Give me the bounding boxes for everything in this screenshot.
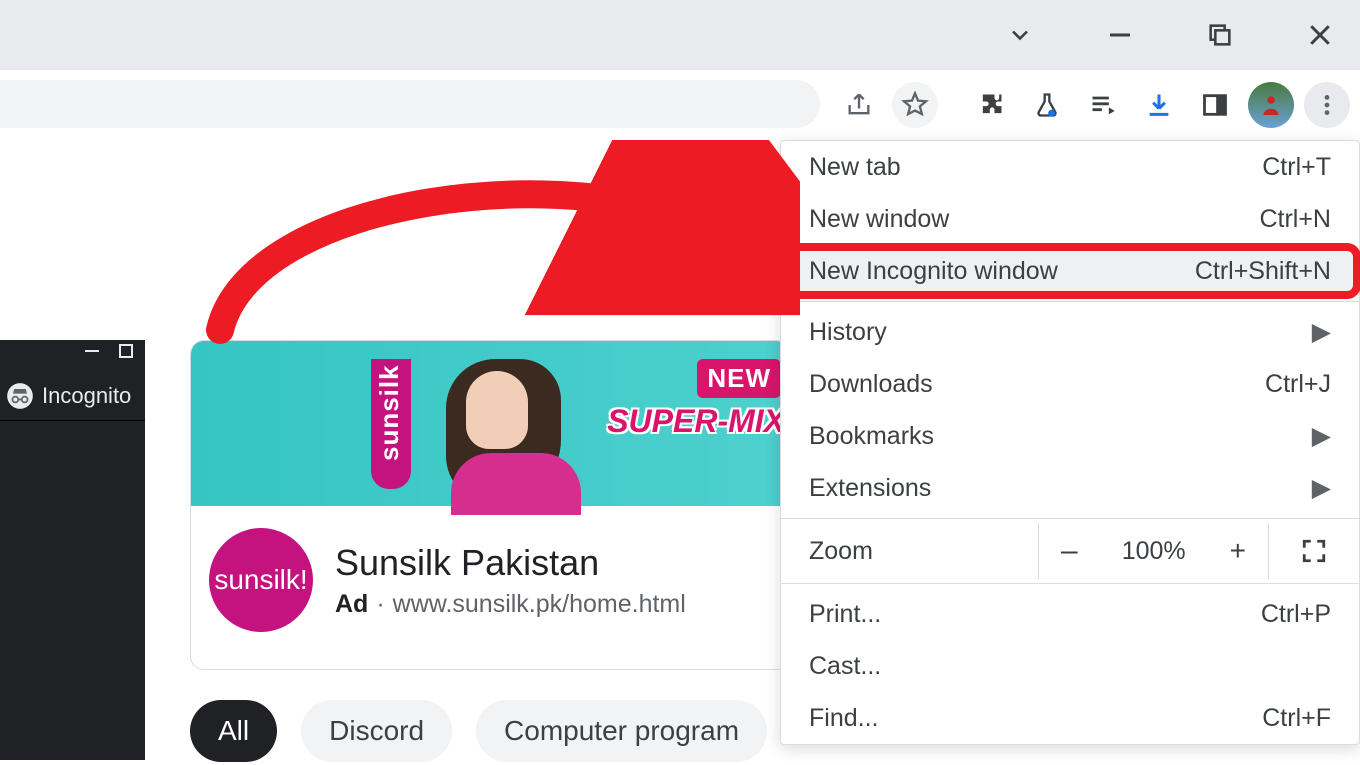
minimize-icon <box>1105 20 1135 50</box>
ad-label: Ad <box>335 590 368 618</box>
menu-separator <box>781 583 1359 584</box>
menu-downloads[interactable]: Downloads Ctrl+J <box>781 358 1359 410</box>
downloads-button[interactable] <box>1136 82 1182 128</box>
menu-new-tab-label: New tab <box>809 153 901 182</box>
three-dots-icon <box>1314 92 1340 118</box>
incognito-tab[interactable]: Incognito <box>0 372 145 421</box>
menu-bookmarks[interactable]: Bookmarks ▶ <box>781 410 1359 462</box>
window-minimize-button[interactable] <box>1080 0 1160 70</box>
share-icon <box>845 91 873 119</box>
tab-search-button[interactable] <box>980 0 1060 70</box>
ad-model-face <box>466 371 528 449</box>
menu-new-window-label: New window <box>809 205 949 234</box>
ad-new-badge: NEW <box>697 359 781 398</box>
profile-avatar-button[interactable] <box>1248 82 1294 128</box>
ad-banner: sunsilk NEW SUPER-MIX <box>191 341 789 506</box>
side-panel-icon <box>1201 91 1229 119</box>
menu-print-shortcut: Ctrl+P <box>1261 600 1331 629</box>
mini-minimize-icon[interactable] <box>85 344 101 358</box>
flask-icon <box>1033 91 1061 119</box>
chip-all[interactable]: All <box>190 700 277 762</box>
chip-discord-label: Discord <box>329 715 424 747</box>
avatar-icon <box>1256 90 1286 120</box>
menu-history[interactable]: History ▶ <box>781 306 1359 358</box>
chevron-down-icon <box>1006 21 1034 49</box>
menu-cast[interactable]: Cast... <box>781 640 1359 692</box>
side-panel-button[interactable] <box>1192 82 1238 128</box>
fullscreen-button[interactable] <box>1269 523 1359 579</box>
chip-all-label: All <box>218 715 249 747</box>
download-icon <box>1145 91 1173 119</box>
zoom-in-button[interactable]: + <box>1230 535 1246 567</box>
titlebar <box>0 0 1360 70</box>
star-icon <box>901 91 929 119</box>
submenu-arrow-icon: ▶ <box>1312 473 1331 503</box>
menu-print-label: Print... <box>809 600 881 629</box>
ad-logo-text: sunsilk! <box>214 564 307 596</box>
menu-find[interactable]: Find... Ctrl+F <box>781 692 1359 744</box>
ad-title: Sunsilk Pakistan <box>335 542 686 584</box>
menu-cast-label: Cast... <box>809 652 881 681</box>
close-icon <box>1305 20 1335 50</box>
chrome-labs-button[interactable] <box>1024 82 1070 128</box>
chip-computer-program[interactable]: Computer program <box>476 700 767 762</box>
menu-separator <box>781 518 1359 519</box>
zoom-value: 100% <box>1122 537 1186 566</box>
zoom-out-button[interactable]: – <box>1061 534 1078 568</box>
search-filter-chips: All Discord Computer program <box>190 700 767 762</box>
window-close-button[interactable] <box>1280 0 1360 70</box>
menu-find-label: Find... <box>809 704 878 733</box>
menu-zoom: Zoom – 100% + <box>781 523 1359 579</box>
ad-brand-stripe-text: sunsilk <box>374 364 405 461</box>
menu-find-shortcut: Ctrl+F <box>1262 704 1331 733</box>
menu-history-label: History <box>809 318 887 347</box>
window-maximize-button[interactable] <box>1180 0 1260 70</box>
ad-supermix-text: SUPER-MIX <box>607 403 785 440</box>
ad-model-body <box>451 453 581 515</box>
menu-new-incognito-label: New Incognito window <box>809 257 1058 286</box>
media-queue-icon <box>1089 91 1117 119</box>
menu-new-tab-shortcut: Ctrl+T <box>1262 153 1331 182</box>
menu-print[interactable]: Print... Ctrl+P <box>781 588 1359 640</box>
menu-new-tab[interactable]: New tab Ctrl+T <box>781 141 1359 193</box>
fullscreen-icon <box>1301 538 1327 564</box>
menu-separator <box>781 301 1359 302</box>
menu-bookmarks-label: Bookmarks <box>809 422 934 451</box>
menu-extensions[interactable]: Extensions ▶ <box>781 462 1359 514</box>
menu-new-window[interactable]: New window Ctrl+N <box>781 193 1359 245</box>
maximize-icon <box>1206 21 1234 49</box>
menu-new-incognito[interactable]: New Incognito window Ctrl+Shift+N <box>781 245 1359 297</box>
ad-subtitle: Ad·www.sunsilk.pk/home.html <box>335 590 686 619</box>
search-ad-card[interactable]: sunsilk NEW SUPER-MIX sunsilk! Sunsilk P… <box>190 340 790 670</box>
menu-downloads-label: Downloads <box>809 370 933 399</box>
ad-url: www.sunsilk.pk/home.html <box>393 590 686 618</box>
menu-new-window-shortcut: Ctrl+N <box>1259 205 1331 234</box>
mini-maximize-icon[interactable] <box>119 344 135 358</box>
media-control-button[interactable] <box>1080 82 1126 128</box>
menu-new-incognito-shortcut: Ctrl+Shift+N <box>1195 257 1331 286</box>
menu-downloads-shortcut: Ctrl+J <box>1265 370 1331 399</box>
incognito-tab-label: Incognito <box>42 383 131 409</box>
chip-discord[interactable]: Discord <box>301 700 452 762</box>
incognito-icon <box>6 382 34 410</box>
address-bar[interactable] <box>0 80 820 128</box>
share-button[interactable] <box>836 82 882 128</box>
ad-logo: sunsilk! <box>209 528 313 632</box>
submenu-arrow-icon: ▶ <box>1312 317 1331 347</box>
menu-extensions-label: Extensions <box>809 474 931 503</box>
toolbar <box>0 70 1360 140</box>
menu-zoom-label: Zoom <box>809 537 873 566</box>
overflow-menu: New tab Ctrl+T New window Ctrl+N New Inc… <box>780 140 1360 745</box>
extensions-button[interactable] <box>968 82 1014 128</box>
puzzle-icon <box>977 91 1005 119</box>
submenu-arrow-icon: ▶ <box>1312 421 1331 451</box>
bookmark-button[interactable] <box>892 82 938 128</box>
chip-compprog-label: Computer program <box>504 715 739 747</box>
overflow-menu-button[interactable] <box>1304 82 1350 128</box>
incognito-window-preview: Incognito <box>0 340 145 760</box>
